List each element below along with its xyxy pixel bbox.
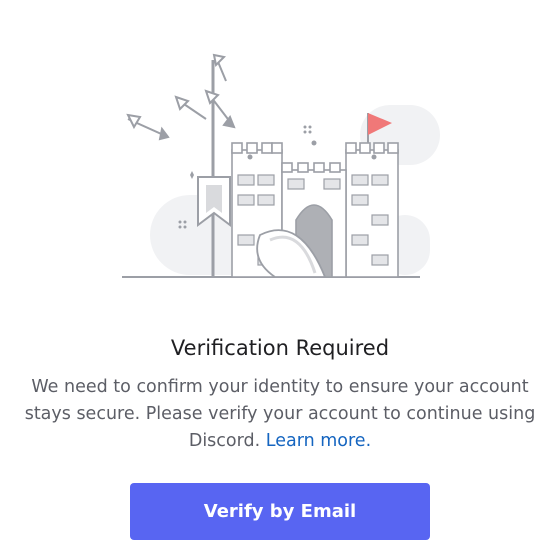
castle-illustration <box>122 53 440 278</box>
arrow-icon <box>212 53 227 82</box>
verify-by-email-button[interactable]: Verify by Email <box>130 483 430 540</box>
arrow-icon <box>204 89 236 129</box>
arrow-icon <box>126 113 170 141</box>
learn-more-link[interactable]: Learn more. <box>266 431 371 451</box>
modal-title: Verification Required <box>170 336 390 360</box>
arrow-icon <box>174 95 207 120</box>
modal-description: We need to confirm your identity to ensu… <box>20 374 540 455</box>
